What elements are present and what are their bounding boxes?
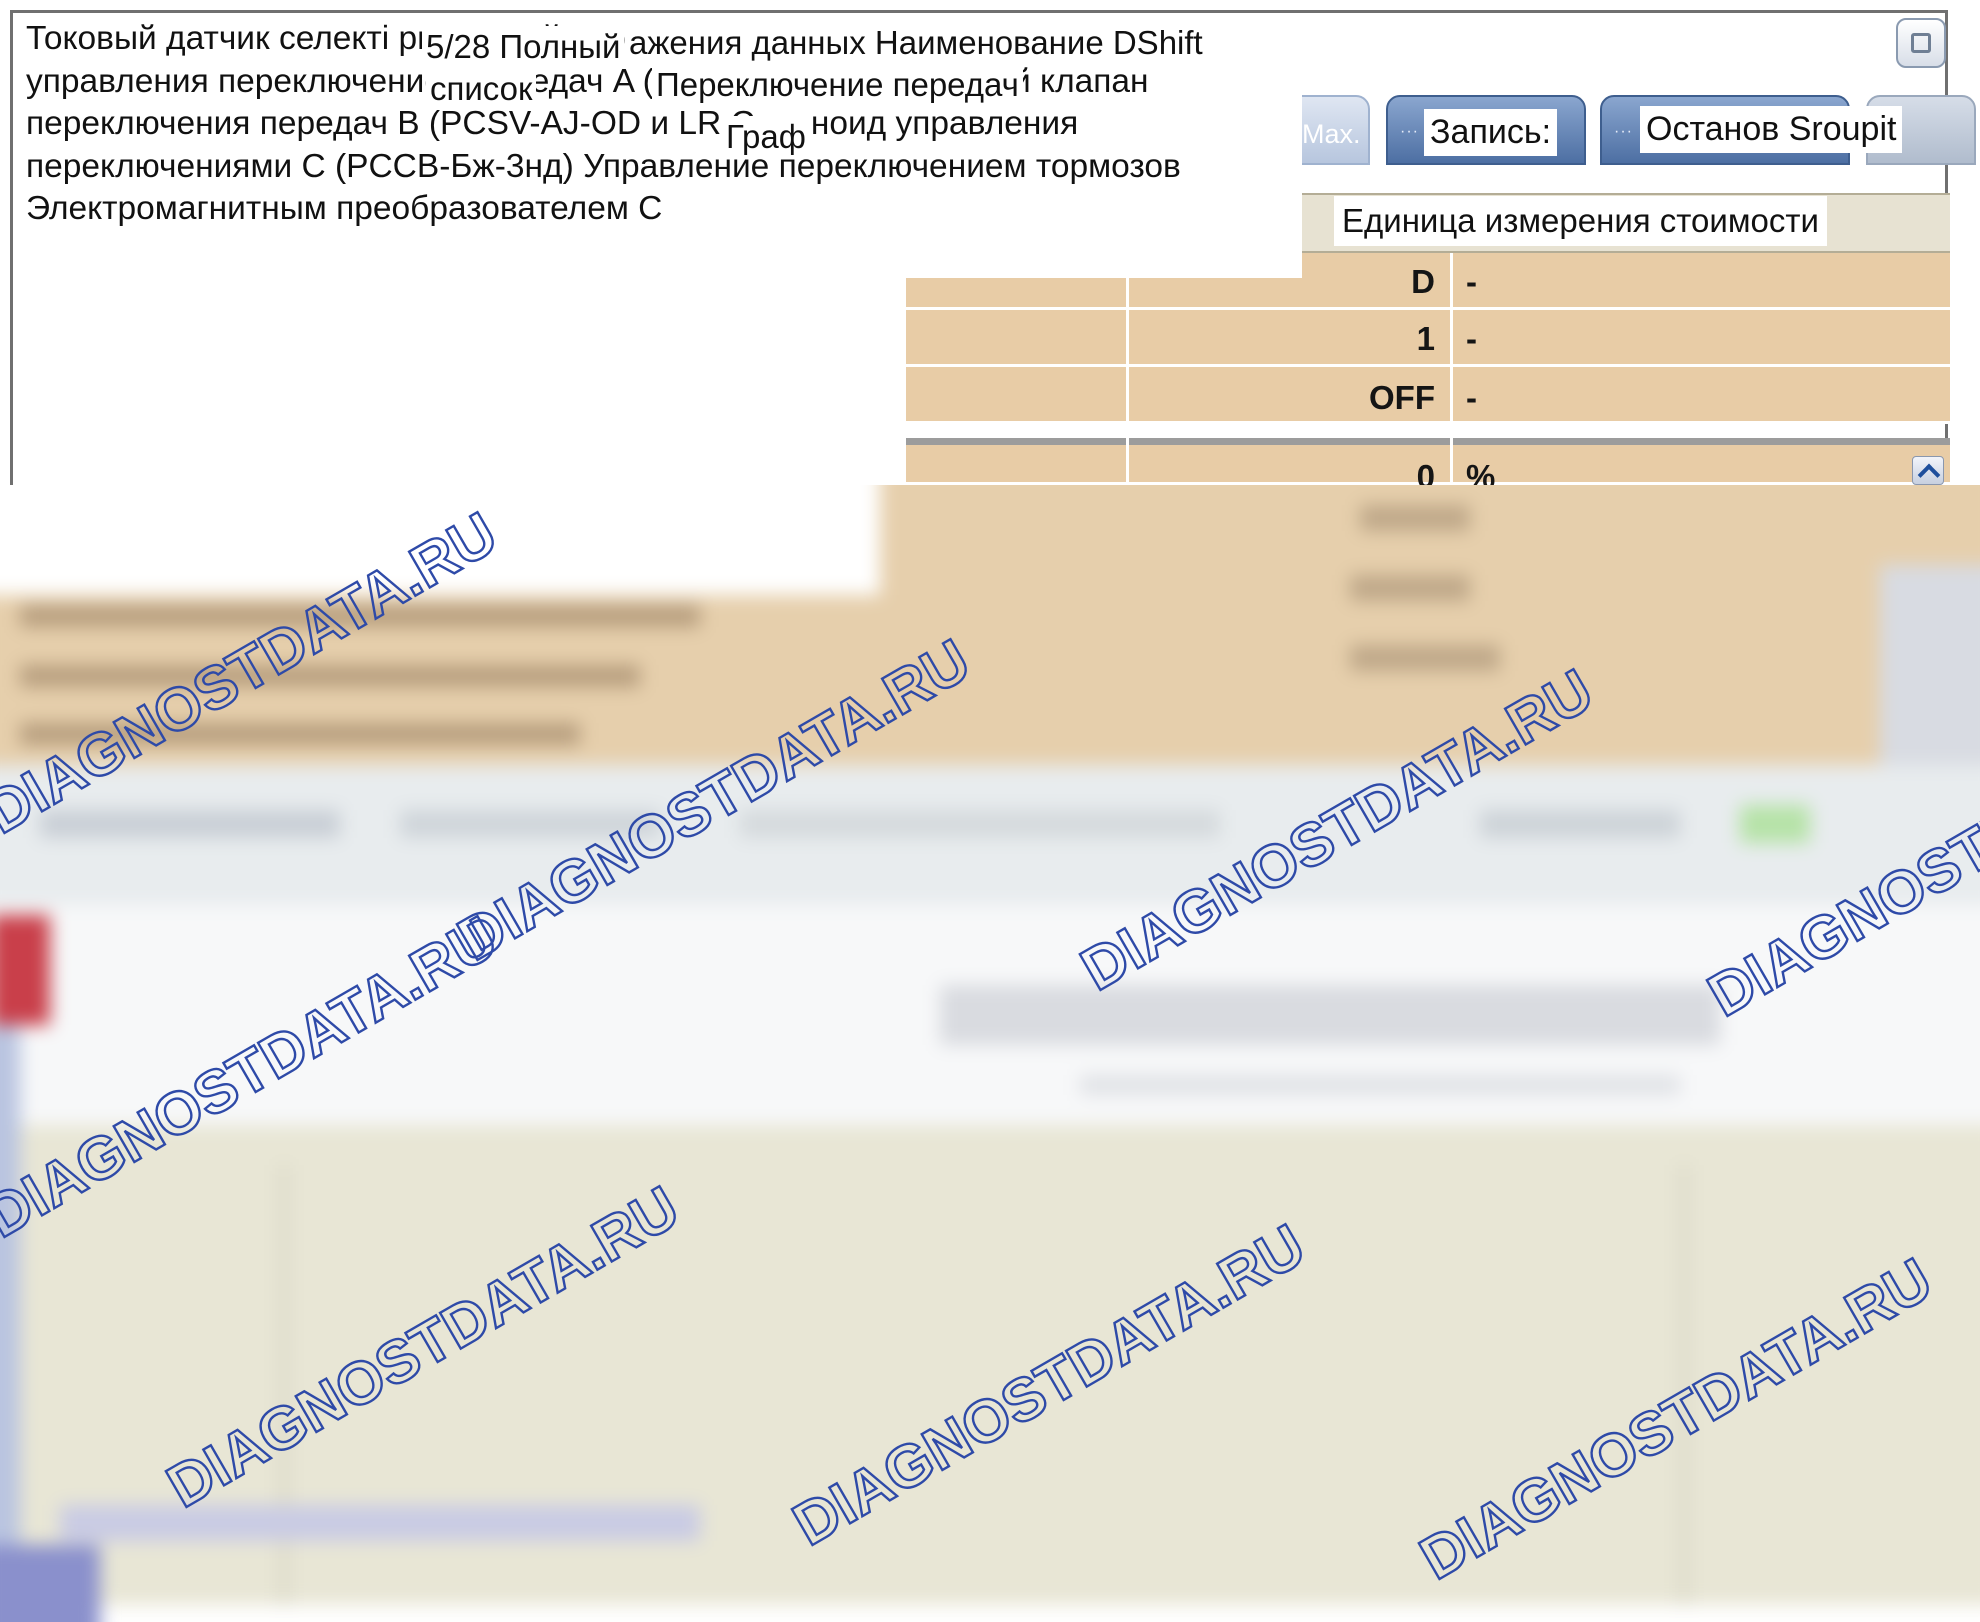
row-value: 1 bbox=[1416, 320, 1435, 357]
row-value: D bbox=[1411, 263, 1435, 300]
row-unit: - bbox=[1466, 263, 1477, 300]
display-header-text: ажения данных Наименование DShift bbox=[625, 22, 1207, 64]
scroll-up-icon[interactable] bbox=[1912, 456, 1944, 485]
tab-grip-icon: ··· bbox=[1400, 123, 1419, 140]
row-unit: - bbox=[1466, 379, 1477, 416]
row-unit: % bbox=[1466, 458, 1496, 485]
max-tab-label: Max. bbox=[1302, 119, 1361, 149]
column-divider bbox=[1450, 253, 1453, 485]
graph-button[interactable]: Граф bbox=[722, 116, 810, 158]
row-unit: - bbox=[1466, 320, 1477, 357]
parameter-popup-body bbox=[18, 278, 906, 485]
unit-column-header: Единица измерения стоимости bbox=[1334, 196, 1827, 246]
row-value: OFF bbox=[1369, 379, 1435, 416]
tab-grip-icon: ··· bbox=[1614, 123, 1633, 140]
row-value: 0 bbox=[1416, 458, 1435, 485]
maximize-icon[interactable] bbox=[1896, 18, 1946, 68]
full-list-label[interactable]: список bbox=[426, 68, 537, 110]
column-divider bbox=[1126, 253, 1129, 485]
shift-label: Переключение передач bbox=[652, 64, 1023, 106]
item-counter: 5/28 Полный bbox=[422, 26, 625, 68]
blurred-region bbox=[0, 485, 1980, 1622]
group-divider bbox=[900, 438, 1950, 445]
stop-button-label[interactable]: Останов Sroupit bbox=[1640, 106, 1903, 153]
data-display-window: Max. ··· ··· Запись: Останов Sroupit Еди… bbox=[0, 0, 1980, 485]
record-button-label[interactable]: Запись: bbox=[1424, 109, 1558, 156]
